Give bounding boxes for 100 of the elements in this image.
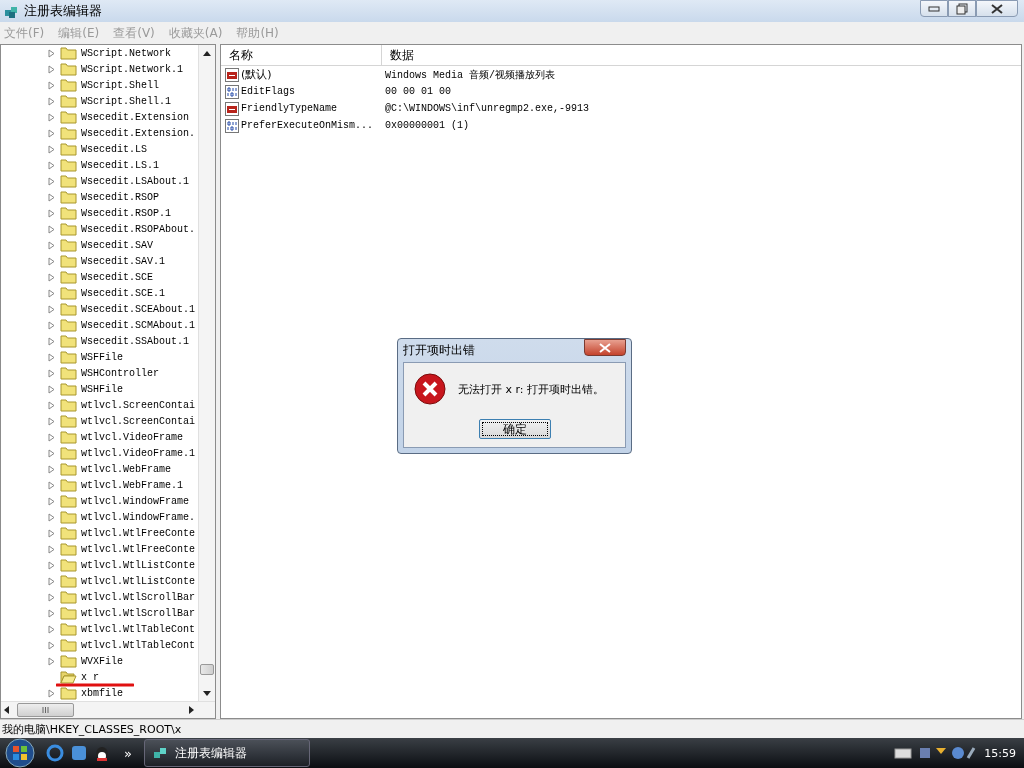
tree-item[interactable]: WScript.Network.1 — [81, 63, 184, 75]
scroll-up-icon[interactable] — [203, 50, 211, 56]
expand-arrow-icon[interactable] — [48, 208, 55, 218]
expand-arrow-icon[interactable] — [48, 80, 55, 90]
expand-arrow-icon[interactable] — [48, 304, 55, 314]
value-name[interactable]: (默认) — [241, 67, 272, 82]
expand-arrow-icon[interactable] — [48, 448, 55, 458]
column-header[interactable]: 数据 — [382, 45, 710, 65]
ok-button[interactable]: 确定 — [478, 419, 551, 439]
tree-item[interactable]: WSHFile — [81, 383, 123, 395]
expand-arrow-icon[interactable] — [48, 368, 55, 378]
app-icon[interactable] — [70, 744, 88, 762]
vertical-scrollbar[interactable] — [198, 45, 215, 701]
tree-item[interactable]: x r — [81, 671, 99, 683]
expand-arrow-icon[interactable] — [48, 64, 55, 74]
tree-item[interactable]: wtlvcl.WindowFrame. — [81, 511, 196, 523]
tree-item[interactable]: Wsecedit.Extension — [81, 111, 190, 123]
tree-item[interactable]: Wsecedit.RSOP — [81, 191, 159, 203]
tree-item[interactable]: WScript.Network — [81, 47, 171, 59]
tree-item[interactable]: wtlvcl.WtlListConte — [81, 575, 196, 587]
expand-arrow-icon[interactable] — [48, 528, 55, 538]
expand-arrow-icon[interactable] — [48, 512, 55, 522]
expand-arrow-icon[interactable] — [48, 384, 55, 394]
expand-arrow-icon[interactable] — [48, 352, 55, 362]
tree-item[interactable]: wtlvcl.VideoFrame.1 — [81, 447, 196, 459]
expand-arrow-icon[interactable] — [48, 656, 55, 666]
column-header[interactable]: 名称 — [221, 45, 382, 65]
tree-item[interactable]: WScript.Shell — [81, 79, 159, 91]
tree-item[interactable]: WSFFile — [81, 351, 123, 363]
keyboard-icon[interactable] — [894, 747, 913, 759]
tree-item[interactable]: Wsecedit.LS — [81, 143, 147, 155]
expand-arrow-icon[interactable] — [48, 560, 55, 570]
tree-item[interactable]: wtlvcl.WtlTableCont — [81, 639, 196, 651]
restore-button[interactable] — [948, 0, 976, 17]
expand-arrow-icon[interactable] — [48, 176, 55, 186]
tree-item[interactable]: wtlvcl.VideoFrame — [81, 431, 184, 443]
quick-launch-chevron[interactable]: » — [124, 745, 132, 761]
expand-arrow-icon[interactable] — [48, 128, 55, 138]
minimize-button[interactable] — [920, 0, 948, 17]
close-button[interactable] — [976, 0, 1018, 17]
expand-arrow-icon[interactable] — [48, 336, 55, 346]
expand-arrow-icon[interactable] — [48, 224, 55, 234]
expand-arrow-icon[interactable] — [48, 272, 55, 282]
tree-item[interactable]: xbmfile — [81, 687, 123, 699]
tree-item[interactable]: Wsecedit.SCE — [81, 271, 153, 283]
expand-arrow-icon[interactable] — [48, 192, 55, 202]
expand-arrow-icon[interactable] — [48, 48, 55, 58]
tree-item[interactable]: wtlvcl.WtlFreeConte — [81, 543, 196, 555]
expand-arrow-icon[interactable] — [48, 160, 55, 170]
expand-arrow-icon[interactable] — [48, 688, 55, 698]
tree-item[interactable]: wtlvcl.WebFrame — [81, 463, 171, 475]
clock[interactable]: 15:59 — [984, 746, 1016, 760]
browser-icon[interactable] — [46, 744, 64, 762]
tree-item[interactable]: wtlvcl.WtlListConte — [81, 559, 196, 571]
tree-item[interactable]: Wsecedit.SCEAbout.1 — [81, 303, 196, 315]
value-name[interactable]: PreferExecuteOnMism... — [241, 120, 374, 131]
expand-arrow-icon[interactable] — [48, 144, 55, 154]
tree-item[interactable]: wtlvcl.WtlFreeConte — [81, 527, 196, 539]
expand-arrow-icon[interactable] — [48, 288, 55, 298]
tree-item[interactable]: Wsecedit.LS.1 — [81, 159, 159, 171]
tree-item[interactable]: WScript.Shell.1 — [81, 95, 171, 107]
tree-item[interactable]: WVXFile — [81, 655, 123, 667]
expand-arrow-icon[interactable] — [48, 576, 55, 586]
value-name[interactable]: EditFlags — [241, 86, 295, 97]
scroll-thumb[interactable] — [200, 664, 214, 675]
horizontal-scrollbar[interactable] — [1, 701, 215, 718]
scroll-thumb[interactable] — [17, 703, 74, 717]
expand-arrow-icon[interactable] — [48, 240, 55, 250]
penguin-icon[interactable] — [94, 744, 110, 762]
expand-arrow-icon[interactable] — [48, 608, 55, 618]
value-name[interactable]: FriendlyTypeName — [241, 103, 337, 114]
tree-item[interactable]: wtlvcl.WindowFrame — [81, 495, 190, 507]
tree-item[interactable]: wtlvcl.ScreenContai — [81, 399, 196, 411]
tree-item[interactable]: wtlvcl.WtlTableCont — [81, 623, 196, 635]
tree-item[interactable]: Wsecedit.SCMAbout.1 — [81, 319, 196, 331]
tree-item[interactable]: WSHController — [81, 367, 159, 379]
expand-arrow-icon[interactable] — [48, 432, 55, 442]
tree-item[interactable]: Wsecedit.SAV.1 — [81, 255, 165, 267]
expand-arrow-icon[interactable] — [48, 480, 55, 490]
expand-arrow-icon[interactable] — [48, 256, 55, 266]
expand-arrow-icon[interactable] — [48, 592, 55, 602]
tree-item[interactable]: wtlvcl.WtlScrollBar — [81, 591, 196, 603]
scroll-down-icon[interactable] — [203, 690, 211, 696]
expand-arrow-icon[interactable] — [48, 96, 55, 106]
expand-arrow-icon[interactable] — [48, 416, 55, 426]
tree-item[interactable]: wtlvcl.ScreenContai — [81, 415, 196, 427]
tree-item[interactable]: Wsecedit.SSAbout.1 — [81, 335, 190, 347]
tree-item[interactable]: wtlvcl.WebFrame.1 — [81, 479, 184, 491]
expand-arrow-icon[interactable] — [48, 400, 55, 410]
taskbar-button[interactable]: 注册表编辑器 — [143, 739, 310, 767]
expand-arrow-icon[interactable] — [48, 624, 55, 634]
tree-item[interactable]: wtlvcl.WtlScrollBar — [81, 607, 196, 619]
tree-item[interactable]: Wsecedit.Extension. — [81, 127, 196, 139]
tree-item[interactable]: Wsecedit.RSOP.1 — [81, 207, 171, 219]
tree-item[interactable]: Wsecedit.SAV — [81, 239, 153, 251]
tree-item[interactable]: Wsecedit.RSOPAbout. — [81, 223, 196, 235]
expand-arrow-icon[interactable] — [48, 544, 55, 554]
expand-arrow-icon[interactable] — [48, 112, 55, 122]
expand-arrow-icon[interactable] — [48, 464, 55, 474]
start-orb-icon[interactable] — [5, 738, 35, 768]
